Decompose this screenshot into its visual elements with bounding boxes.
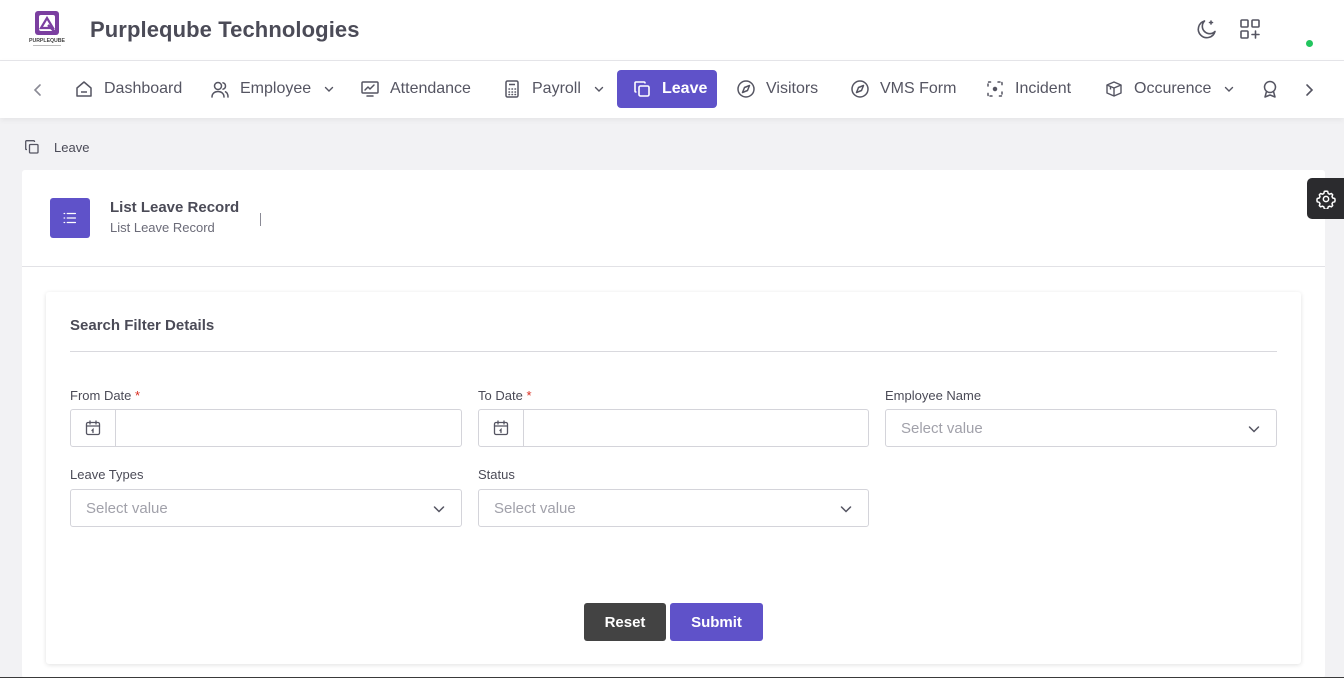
- list-icon: [50, 198, 90, 238]
- home-icon: [76, 81, 92, 97]
- online-status-indicator: [1306, 40, 1313, 47]
- copy-icon: [25, 140, 39, 154]
- required-mark: *: [135, 388, 141, 403]
- to-date-label: To Date *: [478, 388, 532, 403]
- nav-item-leave[interactable]: Leave: [617, 70, 717, 108]
- employee-name-placeholder: Select value: [901, 419, 983, 437]
- top-bar: PURPLEQUBE Purpleqube Technologies: [0, 0, 1344, 61]
- search-filter-panel: Search Filter Details From Date * To Dat…: [46, 292, 1301, 664]
- employee-name-label: Employee Name: [885, 388, 982, 403]
- leave-types-select[interactable]: Select value: [70, 489, 462, 527]
- employee-name-select[interactable]: Select value: [885, 409, 1277, 447]
- status-placeholder: Select value: [494, 499, 576, 517]
- nav-item-awards[interactable]: [1252, 70, 1288, 108]
- nav-label-payroll: Payroll: [532, 80, 581, 97]
- chevron-down-icon: [1248, 426, 1260, 433]
- dark-mode-toggle-icon[interactable]: [1195, 17, 1219, 41]
- brand-name: Purpleqube Technologies: [90, 17, 360, 42]
- copy-icon: [634, 81, 650, 97]
- nav-item-incident[interactable]: Incident: [975, 70, 1081, 108]
- nav-item-employee[interactable]: Employee: [200, 70, 345, 108]
- chevron-down-icon: [594, 86, 604, 92]
- nav-item-attendance[interactable]: Attendance: [350, 70, 481, 108]
- nav-label-vms-form: VMS Form: [880, 80, 957, 97]
- leave-types-placeholder: Select value: [86, 499, 168, 517]
- settings-panel-toggle[interactable]: [1307, 178, 1344, 219]
- filter-divider: [70, 351, 1277, 352]
- to-date-field: [478, 409, 869, 447]
- boxes-icon: [1106, 81, 1122, 97]
- from-date-label-text: From Date: [70, 388, 132, 403]
- compass-icon: [851, 80, 869, 98]
- breadcrumb: Leave: [24, 139, 89, 155]
- page-title: List Leave Record: [110, 199, 240, 216]
- apps-grid-icon[interactable]: [1238, 17, 1262, 41]
- nav-item-vms-form[interactable]: VMS Form: [840, 70, 966, 108]
- leave-record-card: List Leave Record List Leave Record Sear…: [22, 170, 1325, 678]
- card-header: List Leave Record List Leave Record: [22, 170, 1325, 267]
- nav-label-leave: Leave: [662, 80, 708, 97]
- chevron-down-icon: [1225, 86, 1234, 92]
- chevron-down-icon: [324, 86, 334, 92]
- logo-text: PURPLEQUBE: [29, 38, 66, 44]
- reset-button[interactable]: Reset: [584, 603, 666, 641]
- calendar-icon[interactable]: [71, 410, 116, 446]
- from-date-input[interactable]: [116, 410, 461, 446]
- monitor-chart-icon: [361, 81, 379, 97]
- header-divider: [260, 213, 261, 226]
- calendar-icon[interactable]: [479, 410, 524, 446]
- nav-item-visitors[interactable]: Visitors: [726, 70, 828, 108]
- page-subtitle: List Leave Record: [110, 220, 215, 235]
- gear-icon: [1315, 189, 1336, 209]
- status-select[interactable]: Select value: [478, 489, 869, 527]
- nav-label-attendance: Attendance: [390, 80, 471, 97]
- breadcrumb-label[interactable]: Leave: [54, 140, 89, 155]
- compass-icon: [737, 80, 755, 98]
- nav-item-payroll[interactable]: Payroll: [492, 70, 615, 108]
- main-navbar: Dashboard Employee Attendance Payroll Le…: [0, 61, 1344, 118]
- nav-label-visitors: Visitors: [766, 80, 819, 97]
- leave-types-label: Leave Types: [70, 467, 144, 482]
- status-label: Status: [478, 467, 515, 482]
- nav-label-incident: Incident: [1015, 80, 1072, 97]
- nav-item-dashboard[interactable]: Dashboard: [64, 70, 192, 108]
- chevron-down-icon: [433, 506, 445, 513]
- nav-label-occurence: Occurence: [1134, 80, 1212, 97]
- award-icon: [1263, 80, 1277, 98]
- to-date-label-text: To Date: [478, 388, 523, 403]
- users-icon: [211, 81, 229, 98]
- nav-label-employee: Employee: [240, 80, 312, 97]
- filter-title: Search Filter Details: [70, 317, 215, 334]
- nav-scroll-left-icon[interactable]: [28, 80, 48, 100]
- from-date-label: From Date *: [70, 388, 140, 403]
- company-logo[interactable]: PURPLEQUBE: [27, 9, 67, 49]
- submit-button[interactable]: Submit: [670, 603, 763, 641]
- calculator-icon: [505, 80, 519, 98]
- required-mark: *: [526, 388, 532, 403]
- nav-item-occurence[interactable]: Occurence: [1094, 70, 1245, 108]
- nav-label-dashboard: Dashboard: [104, 80, 183, 97]
- to-date-input[interactable]: [524, 410, 868, 446]
- chevron-down-icon: [840, 506, 852, 513]
- from-date-field: [70, 409, 462, 447]
- nav-scroll-right-icon[interactable]: [1299, 80, 1319, 100]
- focus-icon: [987, 81, 1003, 97]
